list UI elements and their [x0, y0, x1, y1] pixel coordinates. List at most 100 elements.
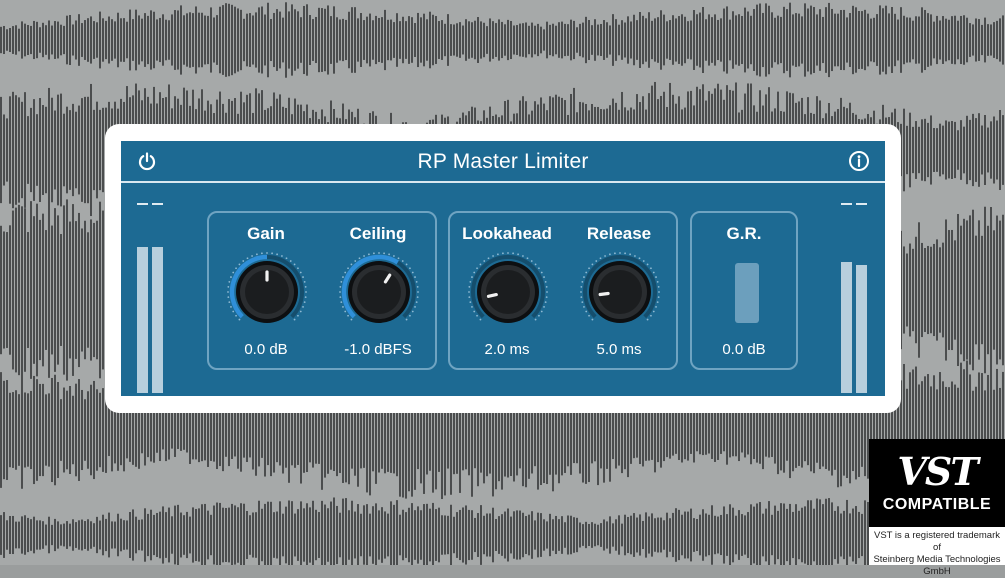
gain-value: 0.0 dB: [244, 341, 288, 358]
output-meter: [841, 203, 871, 393]
knob-scale-dot: [344, 271, 347, 274]
knob-scale-dot: [339, 286, 342, 288]
knob-scale-dot: [228, 281, 231, 283]
knob-scale-dot: [303, 281, 306, 283]
gain-reduction-label: G.R.: [726, 224, 762, 243]
info-icon[interactable]: [847, 149, 871, 173]
knob-scale-dot: [502, 252, 504, 255]
knob-scale-dot: [581, 301, 584, 303]
knob-scale-dot: [469, 301, 472, 303]
gain-reduction-group: G.R. 0.0 dB: [690, 211, 798, 370]
lookahead-value: 2.0 ms: [484, 341, 530, 358]
knob-scale-dot: [507, 252, 509, 254]
knob-scale-dot: [656, 301, 659, 303]
knob-scale-dot: [350, 263, 353, 266]
knob-scale-dot: [591, 263, 594, 266]
knob-scale-dot: [585, 271, 588, 274]
knob-scale-dot: [383, 252, 385, 255]
knob-scale-dot: [588, 267, 590, 270]
knob-scale-dot: [340, 281, 343, 283]
knob-scale-dot: [646, 263, 649, 266]
knob-scale-dot: [609, 253, 611, 256]
knob-scale-dot: [619, 252, 621, 254]
knob-scale-dot: [242, 260, 245, 262]
plugin-window: RP Master Limiter Gain 0.0 dB Ceiling -1…: [121, 141, 885, 396]
trademark-line-1: VST is a registered trademark of: [873, 530, 1000, 553]
knob-scale-dot: [393, 255, 395, 257]
knob-scale-dot: [468, 291, 470, 293]
knob-scale-dot: [409, 267, 411, 270]
knob-scale-dot: [483, 260, 486, 262]
gain-knob[interactable]: [226, 251, 308, 333]
ceiling-knob[interactable]: [338, 251, 420, 333]
knob-scale-dot: [469, 281, 472, 283]
knob-scale-dot: [271, 252, 273, 255]
knob-scale-dot: [342, 306, 344, 308]
knob-scale-dot: [614, 252, 616, 255]
vst-logo: VST: [897, 449, 978, 494]
vst-trademark-notice: VST is a registered trademark of Steinbe…: [869, 527, 1005, 577]
knob-scale-dot: [299, 271, 302, 274]
knob-scale-dot: [629, 253, 631, 256]
knob-scale-dot: [388, 253, 390, 256]
knob-scale-dot: [417, 291, 419, 293]
knob-scale-dot: [368, 253, 370, 256]
knob-scale-dot: [227, 291, 229, 293]
knob-indicator: [598, 291, 610, 297]
knob-scale-dot: [658, 291, 660, 293]
knob-scale-dot: [411, 271, 414, 274]
knob-scale-dot: [512, 252, 514, 255]
knob-scale-dot: [405, 263, 408, 266]
knob-scale-dot: [416, 286, 419, 288]
knob-scale-dot: [599, 257, 602, 260]
knob-scale-dot: [580, 286, 583, 288]
knob-scale-dot: [580, 291, 582, 293]
knob-scale-dot: [401, 260, 404, 262]
knob-scale-dot: [235, 267, 237, 270]
knob-scale-dot: [415, 301, 418, 303]
knob-scale-dot: [342, 276, 344, 278]
knob-scale-dot: [604, 255, 606, 257]
lookahead-knob[interactable]: [467, 251, 549, 333]
knob-scale-dot: [411, 310, 414, 313]
knob-scale-dot: [304, 296, 307, 298]
knob-scale-dot: [522, 255, 524, 257]
knob-scale-dot: [526, 257, 529, 260]
knob-scale-dot: [534, 318, 537, 321]
lookahead-release-group: Lookahead 2.0 ms Release 5.0 ms: [448, 211, 678, 370]
ceiling-value: -1.0 dBFS: [344, 341, 412, 358]
knob-scale-dot: [530, 260, 533, 262]
knob-scale-dot: [634, 255, 636, 257]
knob-scale-dot: [293, 318, 296, 321]
knob-indicator: [486, 293, 498, 298]
knob-scale-dot: [227, 286, 230, 288]
knob-scale-dot: [350, 318, 353, 321]
output-meter-left: [841, 262, 852, 393]
knob-scale-dot: [492, 255, 494, 257]
knob-scale-dot: [540, 310, 543, 313]
input-peak-left: [137, 203, 148, 205]
knob-scale-dot: [373, 252, 375, 255]
knob-scale-dot: [581, 281, 584, 283]
knob-scale-dot: [538, 267, 540, 270]
input-meter: [137, 203, 167, 393]
knob-scale-dot: [347, 267, 349, 270]
output-peak-right: [856, 203, 867, 205]
ceiling-label: Ceiling: [349, 224, 407, 243]
knob-scale-dot: [232, 271, 235, 274]
knob-scale-dot: [285, 257, 288, 260]
knob-scale-dot: [545, 286, 548, 288]
knob-scale-dot: [297, 267, 299, 270]
knob-scale-dot: [305, 291, 307, 293]
plugin-title: RP Master Limiter: [417, 150, 589, 173]
knob-scale-dot: [595, 260, 598, 262]
knob-scale-dot: [297, 314, 299, 317]
knob-scale-dot: [339, 291, 341, 293]
knob-scale-dot: [656, 281, 659, 283]
knob-scale-dot: [473, 310, 476, 313]
knob-scale-dot: [344, 310, 347, 313]
release-knob[interactable]: [579, 251, 661, 333]
knob-scale-dot: [583, 276, 585, 278]
knob-scale-dot: [538, 314, 540, 317]
knob-scale-dot: [585, 310, 588, 313]
